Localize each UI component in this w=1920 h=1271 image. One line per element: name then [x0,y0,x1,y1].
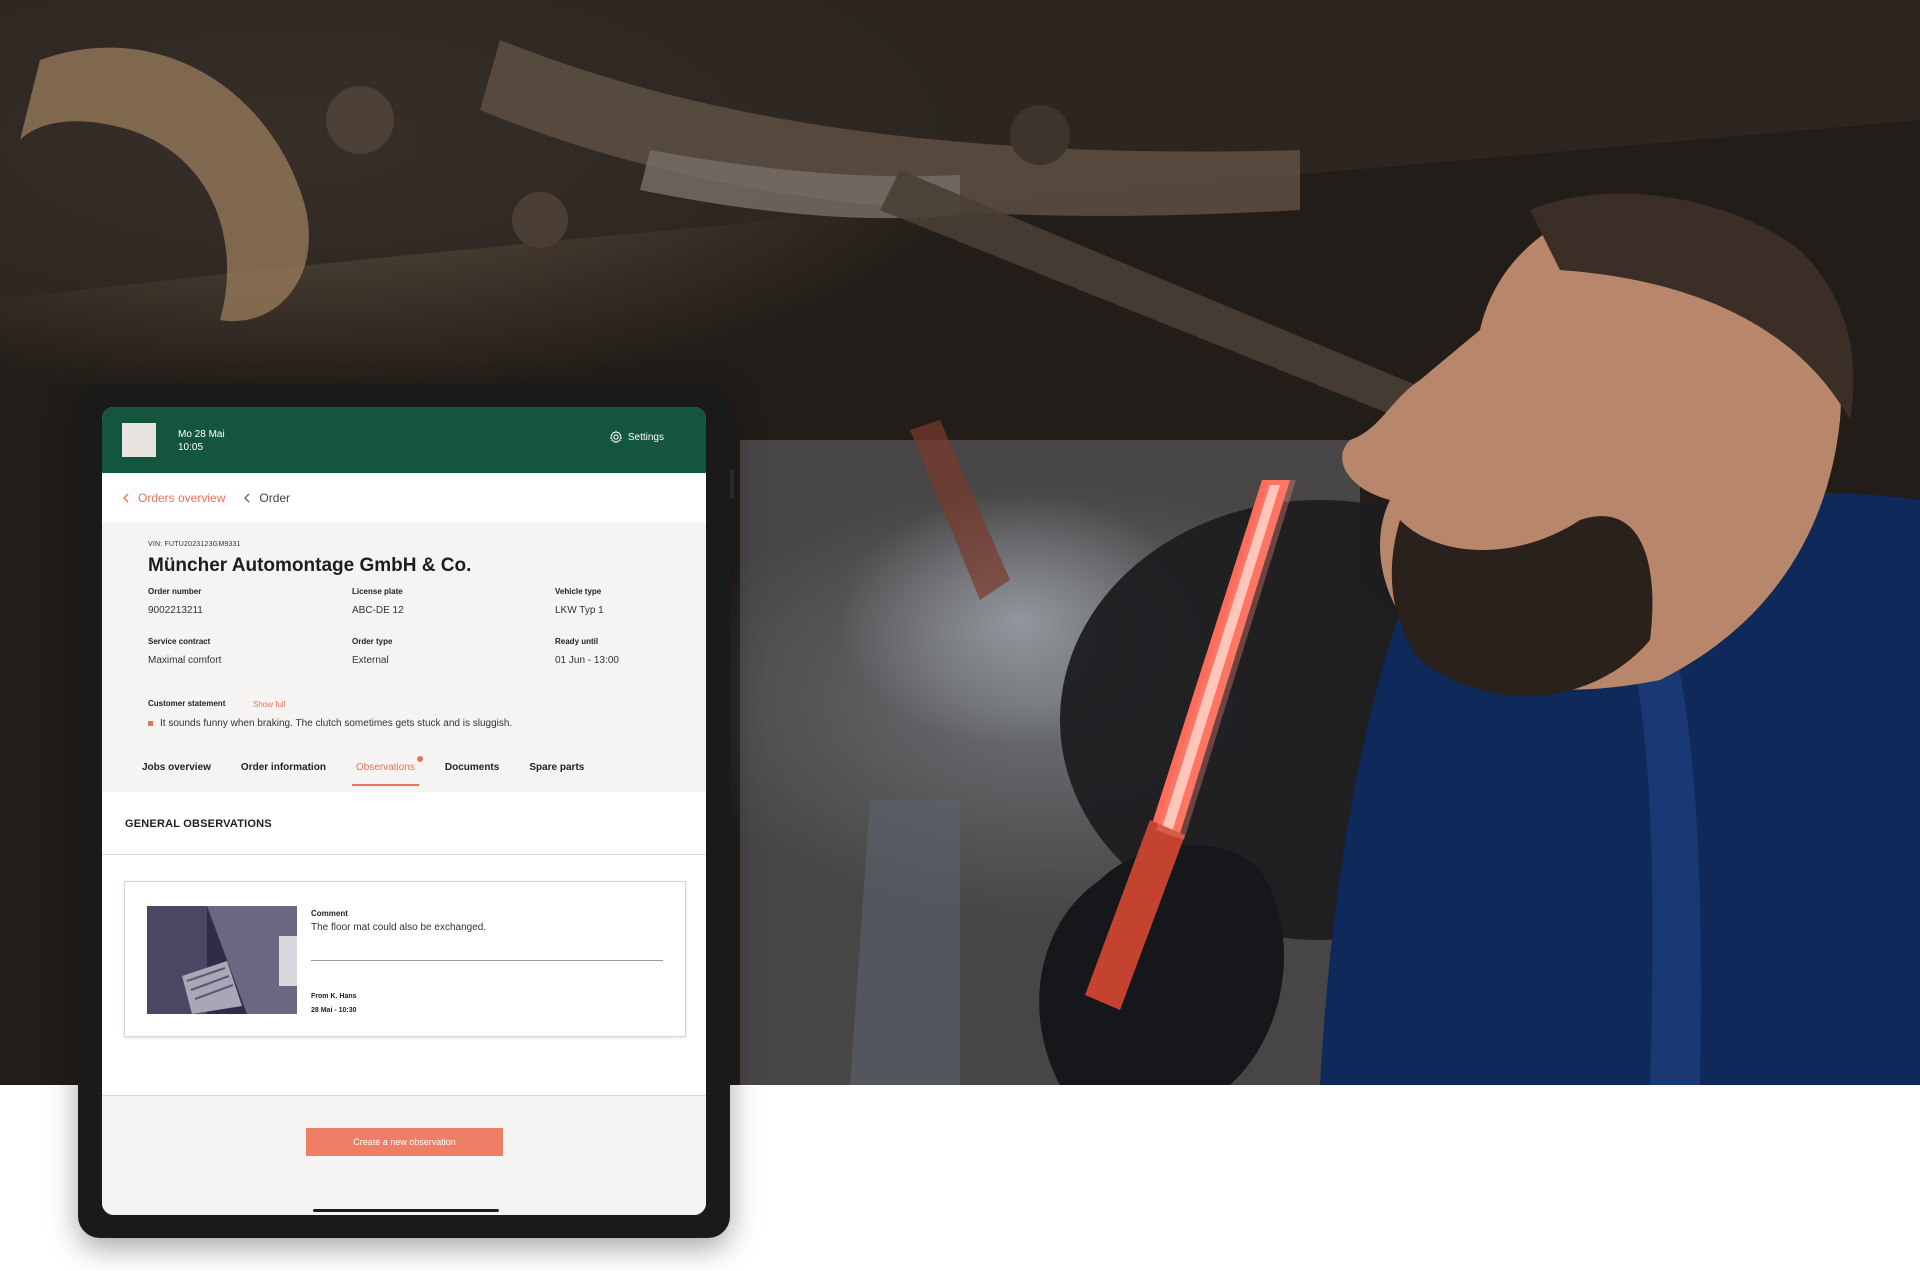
field-value: 01 Jun - 13:00 [555,655,619,666]
observations-section-header: GENERAL OBSERVATIONS [102,792,706,855]
vin-number: VIN: FUTU2023123GM9331 [148,541,241,548]
field-value: LKW Typ 1 [555,605,604,616]
tab-jobs-overview[interactable]: Jobs overview [138,756,215,786]
settings-button[interactable]: Settings [609,430,664,444]
home-indicator[interactable] [313,1209,499,1212]
field-label: License plate [352,587,403,596]
field-vehicle-type: Vehicle type LKW Typ 1 [555,587,706,616]
comment-text: The floor mat could also be exchanged. [311,922,487,933]
field-value: External [352,655,389,666]
field-value: ABC-DE 12 [352,605,404,616]
observations-list: Comment The floor mat could also be exch… [102,855,706,1096]
field-license-plate: License plate ABC-DE 12 [352,587,542,616]
header-time: 10:05 [178,442,204,453]
app-logo-placeholder [122,423,156,457]
tablet-side-button [730,469,734,499]
observation-card[interactable]: Comment The floor mat could also be exch… [124,881,686,1037]
field-label: Order type [352,637,393,646]
breadcrumb-current-label: Order [259,491,291,505]
header-datetime: Mo 28 Mai 10:05 [178,428,225,454]
tab-observations-label: Observations [355,762,415,773]
settings-label: Settings [627,431,664,443]
field-label: Service contract [148,637,211,646]
observation-timestamp: 28 Mai - 10:30 [311,1007,357,1014]
breadcrumb-parent-label: Orders overview [138,491,226,505]
notification-dot-icon [416,756,423,762]
observation-author: From K. Hans [311,993,357,1000]
breadcrumb-orders-overview[interactable]: Orders overview [122,491,225,505]
chevron-left-icon [244,493,250,503]
field-label: Vehicle type [555,587,602,596]
field-service-contract: Service contract Maximal comfort [148,637,338,666]
field-value: 9002213211 [148,605,203,616]
order-details-panel: VIN: FUTU2023123GM9331 Müncher Automonta… [102,523,706,793]
field-label: Order number [148,587,202,596]
section-title: GENERAL OBSERVATIONS [125,818,272,830]
observation-photo[interactable] [147,906,297,1014]
field-ready-until: Ready until 01 Jun - 13:00 [555,637,706,666]
tab-documents[interactable]: Documents [441,756,503,786]
gear-icon [609,430,622,444]
tab-spare-parts[interactable]: Spare parts [525,756,588,786]
breadcrumb-order[interactable]: Order [243,491,290,505]
customer-statement-text: It sounds funny when braking. The clutch… [160,718,513,729]
field-value: Maximal comfort [148,655,222,666]
action-footer: Create a new observation [102,1096,706,1215]
comment-label: Comment [311,909,348,918]
order-tabs: Jobs overview Order information Observat… [138,756,610,792]
divider [311,960,663,961]
tab-order-information[interactable]: Order information [237,756,330,786]
breadcrumb: Orders overview Order [102,473,706,523]
company-name: Müncher Automontage GmbH & Co. [148,555,472,576]
tablet-device: Mo 28 Mai 10:05 Settings Orders overview… [78,385,734,1238]
tab-observations[interactable]: Observations [351,756,423,786]
field-order-number: Order number 9002213211 [148,587,338,616]
app-header: Mo 28 Mai 10:05 Settings [102,407,706,473]
customer-statement: It sounds funny when braking. The clutch… [148,718,512,729]
header-date: Mo 28 Mai [178,429,225,440]
field-label: Ready until [555,637,599,646]
field-order-type: Order type External [352,637,542,666]
bullet-square-icon [148,721,153,726]
tablet-screen: Mo 28 Mai 10:05 Settings Orders overview… [102,407,706,1215]
chevron-left-icon [123,493,129,503]
car-interior-photo-icon [147,906,297,1014]
create-observation-button[interactable]: Create a new observation [306,1128,503,1156]
show-full-link[interactable]: Show full [253,700,285,709]
customer-statement-label: Customer statement [148,699,226,708]
